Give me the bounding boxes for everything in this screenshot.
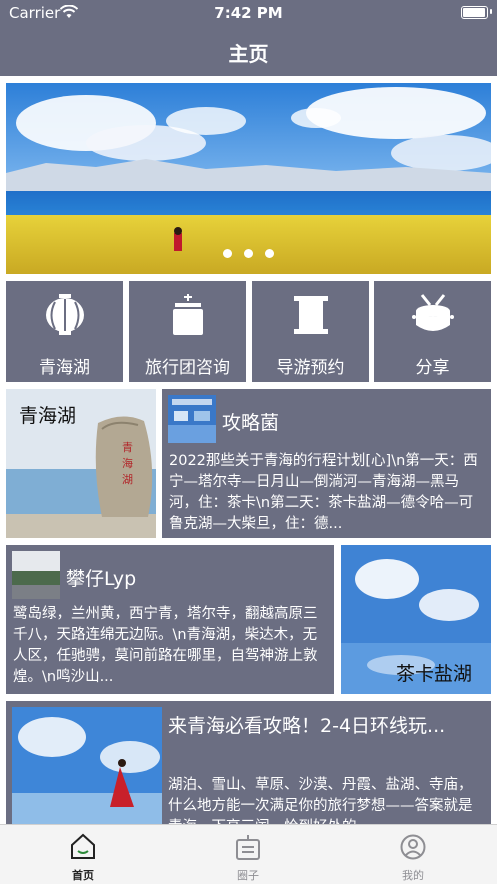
svg-text:青: 青	[122, 441, 133, 454]
chaka-salt-lake-card[interactable]: 茶卡盐湖	[341, 545, 491, 694]
tile-qinghai-lake[interactable]: 青海湖	[6, 281, 123, 382]
author-avatar	[168, 395, 216, 443]
battery-tip	[490, 9, 492, 14]
scroll-icon	[294, 296, 328, 334]
banner-carousel[interactable]	[6, 83, 491, 274]
page-dot[interactable]	[223, 249, 232, 258]
tab-label: 我的	[402, 869, 424, 882]
community-icon	[236, 835, 260, 860]
author-name: 攻略菌	[222, 412, 280, 434]
image-label: 茶卡盐湖	[396, 663, 473, 685]
tile-label: 导游预约	[276, 358, 345, 378]
post-image	[12, 707, 162, 824]
post-excerpt: 鹭岛绿，兰州黄，西宁青，塔尔寺，翻越高原三千八，天路连绵无边际。\n青海湖，柴达…	[13, 606, 318, 685]
drum-icon	[412, 294, 454, 331]
home-icon	[71, 833, 95, 859]
battery-icon	[461, 6, 488, 19]
tile-guide-booking[interactable]: 导游预约	[252, 281, 369, 382]
tile-label: 旅行团咨询	[145, 358, 230, 378]
guide-card[interactable]: 来青海必看攻略！2-4日环线玩... 湖泊、雪山、草原、沙漠、丹霞、盐湖、寺庙，…	[6, 701, 491, 824]
guide-card[interactable]: 攀仔Lyp 鹭岛绿，兰州黄，西宁青，塔尔寺，翻越高原三千八，天路连绵无边际。\n…	[6, 545, 334, 694]
tile-share[interactable]: 分享	[374, 281, 491, 382]
tile-label: 分享	[415, 358, 450, 378]
post-headline: 来青海必看攻略！2-4日环线玩...	[168, 715, 446, 737]
tab-community[interactable]: 圈子	[188, 825, 308, 884]
category-tiles: 青海湖 旅行团咨询 导游预约 分享	[6, 281, 491, 382]
tile-tour-consult[interactable]: 旅行团咨询	[129, 281, 246, 382]
svg-text:海: 海	[122, 456, 133, 470]
tab-label: 圈子	[237, 869, 259, 882]
tab-bar: 首页 圈子 我的	[0, 824, 497, 884]
tab-label: 首页	[72, 869, 94, 882]
guide-card[interactable]: 攻略菌 2022那些关于青海的行程计划[心]\n第一天：西宁—塔尔寺—日月山—倒…	[162, 389, 491, 538]
profile-icon	[400, 834, 426, 860]
carousel-page-indicator[interactable]	[6, 243, 491, 262]
page-dot[interactable]	[265, 249, 274, 258]
post-excerpt: 2022那些关于青海的行程计划[心]\n第一天：西宁—塔尔寺—日月山—倒淌河—青…	[169, 453, 478, 532]
author-name: 攀仔Lyp	[66, 568, 137, 590]
status-bar: Carrier 7:42 PM	[0, 0, 497, 26]
page-dot[interactable]	[244, 249, 253, 258]
tile-label: 青海湖	[39, 358, 90, 378]
svg-text:湖: 湖	[122, 473, 133, 486]
author-avatar	[12, 551, 60, 599]
post-excerpt: 湖泊、雪山、草原、沙漠、丹霞、盐湖、寺庙，什么地方能一次满足你的旅行梦想——答案…	[168, 777, 473, 824]
jar-icon	[173, 294, 203, 335]
qinghai-lake-card[interactable]: 青 海 湖 青海湖	[6, 389, 156, 538]
navigation-bar: 主页	[0, 26, 497, 76]
lantern-icon	[46, 294, 84, 335]
tab-profile[interactable]: 我的	[353, 825, 473, 884]
tab-home[interactable]: 首页	[23, 825, 143, 884]
clock: 7:42 PM	[214, 4, 283, 22]
page-title: 主页	[228, 42, 269, 66]
image-label: 青海湖	[19, 405, 77, 427]
